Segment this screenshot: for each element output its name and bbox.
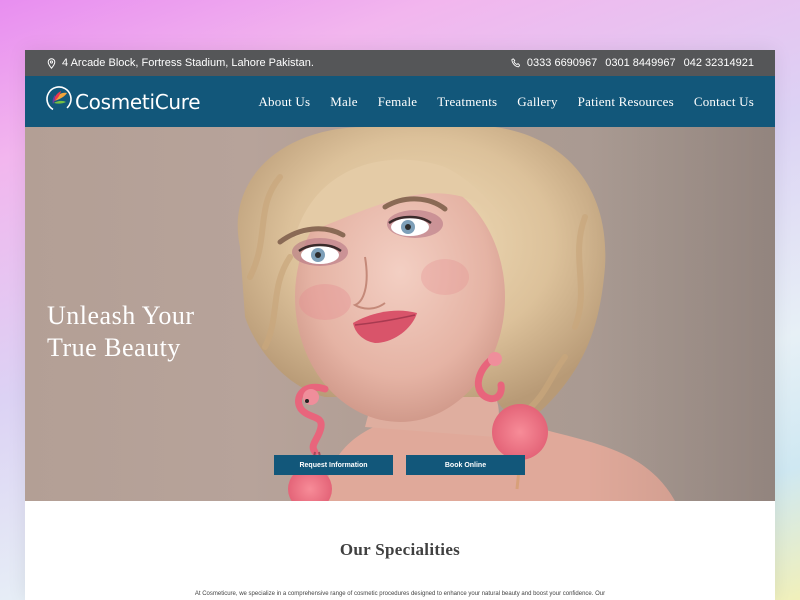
map-pin-icon <box>47 57 56 69</box>
nav-item-about-us[interactable]: About Us <box>258 94 310 110</box>
browser-page: 4 Arcade Block, Fortress Stadium, Lahore… <box>25 50 775 600</box>
phone-link-2[interactable]: 0301 8449967 <box>605 57 675 69</box>
nav-item-male[interactable]: Male <box>330 94 358 110</box>
brand-logo[interactable]: CosmetiCure <box>45 85 201 118</box>
hero-title-line-2: True Beauty <box>47 333 181 362</box>
phone-block: 0333 6690967 0301 8449967 042 32314921 <box>511 57 754 69</box>
nav-item-female[interactable]: Female <box>378 94 417 110</box>
leaf-logo-icon <box>45 85 73 118</box>
main-navbar: CosmetiCure About Us Male Female Treatme… <box>25 76 775 127</box>
brand-name: CosmetiCure <box>75 89 201 114</box>
nav-item-contact-us[interactable]: Contact Us <box>694 94 754 110</box>
specialities-heading: Our Specialities <box>339 540 461 559</box>
phone-link-1[interactable]: 0333 6690967 <box>527 57 597 69</box>
hero-title: Unleash Your True Beauty <box>47 300 267 364</box>
address-block: 4 Arcade Block, Fortress Stadium, Lahore… <box>47 57 314 69</box>
hero-title-line-1: Unleash Your <box>47 301 195 330</box>
top-info-bar: 4 Arcade Block, Fortress Stadium, Lahore… <box>25 50 775 76</box>
nav-item-gallery[interactable]: Gallery <box>517 94 557 110</box>
address-text: 4 Arcade Block, Fortress Stadium, Lahore… <box>62 57 314 69</box>
specialities-intro-text: At Cosmeticure, we specialize in a compr… <box>194 591 606 597</box>
phone-link-3[interactable]: 042 32314921 <box>684 57 754 69</box>
primary-nav: About Us Male Female Treatments Gallery … <box>258 94 754 110</box>
book-online-button[interactable]: Book Online <box>406 455 525 475</box>
nav-item-treatments[interactable]: Treatments <box>437 94 497 110</box>
hero-banner: Unleash Your True Beauty Request Informa… <box>25 127 775 501</box>
nav-item-patient-resources[interactable]: Patient Resources <box>578 94 674 110</box>
request-information-button[interactable]: Request Information <box>274 455 393 475</box>
phone-icon <box>511 58 521 68</box>
